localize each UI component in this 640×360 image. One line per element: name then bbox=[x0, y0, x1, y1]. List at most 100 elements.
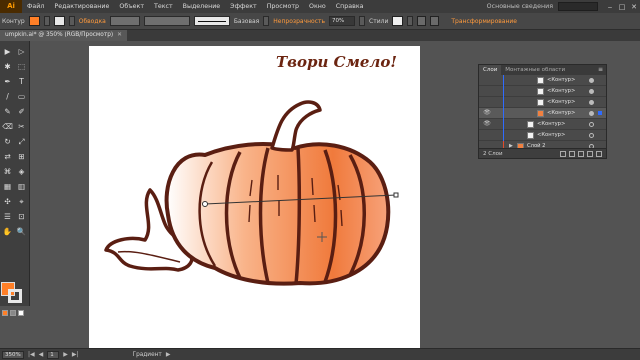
stroke-weight-field[interactable] bbox=[109, 16, 140, 26]
menu-help[interactable]: Справка bbox=[331, 0, 369, 13]
scissors-tool-icon[interactable]: ✂ bbox=[15, 120, 28, 133]
pencil-tool-icon[interactable]: ✐ bbox=[15, 105, 28, 118]
target-icon[interactable] bbox=[589, 133, 594, 138]
align-icon[interactable] bbox=[417, 16, 427, 26]
layer-row-selected[interactable]: 👁 <Контур> bbox=[479, 108, 606, 119]
layer-row[interactable]: <Контур> bbox=[479, 130, 606, 141]
menu-window[interactable]: Окно bbox=[304, 0, 331, 13]
graph-tool-icon[interactable]: ⊡ bbox=[15, 210, 28, 223]
brush-label: Базовая bbox=[233, 17, 260, 25]
status-menu-icon[interactable]: ▶ bbox=[166, 351, 171, 358]
rotate-tool-icon[interactable]: ↻ bbox=[1, 135, 14, 148]
zoom-tool-icon[interactable]: 🔍 bbox=[15, 225, 28, 238]
new-sublayer-icon[interactable] bbox=[578, 151, 584, 157]
hand-tool-icon[interactable]: ✋ bbox=[1, 225, 14, 238]
maximize-button[interactable]: □ bbox=[616, 3, 628, 11]
target-icon[interactable] bbox=[589, 100, 594, 105]
gradient-tool-icon[interactable]: ▥ bbox=[15, 180, 28, 193]
layer-row[interactable]: <Контур> bbox=[479, 75, 606, 86]
layer-color-bar bbox=[503, 75, 504, 86]
layer-row[interactable]: <Контур> bbox=[479, 97, 606, 108]
locate-object-icon[interactable] bbox=[560, 151, 566, 157]
rectangle-tool-icon[interactable]: ▭ bbox=[15, 90, 28, 103]
style-dropdown[interactable] bbox=[407, 16, 414, 26]
selection-tool-icon[interactable]: ▶ bbox=[1, 45, 14, 58]
next-page-icon[interactable]: ▶ bbox=[63, 351, 68, 358]
opacity-field[interactable]: 70% bbox=[329, 16, 356, 26]
none-mode-icon[interactable] bbox=[18, 310, 24, 316]
recolor-icon[interactable] bbox=[430, 16, 440, 26]
artboard[interactable] bbox=[89, 46, 420, 348]
brush-dropdown[interactable] bbox=[263, 16, 270, 26]
direct-selection-tool-icon[interactable]: ▷ bbox=[15, 45, 28, 58]
line-tool-icon[interactable]: / bbox=[1, 90, 14, 103]
clipping-mask-icon[interactable] bbox=[569, 151, 575, 157]
visibility-toggle[interactable] bbox=[482, 98, 492, 107]
zoom-field[interactable]: 350% bbox=[2, 350, 24, 359]
menu-select[interactable]: Выделение bbox=[178, 0, 226, 13]
type-tool-icon[interactable]: T bbox=[15, 75, 28, 88]
first-page-icon[interactable]: |◀ bbox=[28, 351, 35, 358]
opacity-dropdown[interactable] bbox=[359, 16, 366, 26]
tab-layers[interactable]: Слои bbox=[479, 65, 502, 75]
scale-tool-icon[interactable]: ⤢ bbox=[15, 135, 28, 148]
trash-icon[interactable] bbox=[596, 151, 602, 157]
page-field[interactable]: 1 bbox=[47, 350, 60, 359]
magic-wand-tool-icon[interactable]: ✱ bbox=[1, 60, 14, 73]
workspace-switcher[interactable]: Основные сведения bbox=[482, 3, 558, 10]
gradient-mode-icon[interactable] bbox=[10, 310, 16, 316]
visibility-toggle[interactable] bbox=[482, 87, 492, 96]
color-mode-icon[interactable] bbox=[2, 310, 8, 316]
paintbrush-tool-icon[interactable]: ✎ bbox=[1, 105, 14, 118]
fill-swatch[interactable] bbox=[28, 16, 40, 26]
stroke-label[interactable]: Обводка bbox=[79, 18, 106, 25]
minimize-button[interactable]: ‒ bbox=[604, 3, 616, 11]
close-window-button[interactable]: ✕ bbox=[628, 3, 640, 11]
target-icon[interactable] bbox=[589, 111, 594, 116]
stroke-dropdown[interactable] bbox=[68, 16, 75, 26]
free-transform-tool-icon[interactable]: ⊞ bbox=[15, 150, 28, 163]
selection-indicator[interactable] bbox=[598, 111, 602, 115]
menu-view[interactable]: Просмотр bbox=[262, 0, 304, 13]
opacity-label[interactable]: Непрозрачность bbox=[273, 18, 325, 25]
stroke-color-box[interactable] bbox=[8, 289, 22, 303]
symbol-sprayer-tool-icon[interactable]: ☰ bbox=[1, 210, 14, 223]
document-tab[interactable]: umpkin.ai* @ 350% (RGB/Просмотр) ✕ bbox=[0, 30, 128, 41]
close-tab-icon[interactable]: ✕ bbox=[117, 32, 122, 38]
panel-menu-icon[interactable]: ≡ bbox=[598, 65, 603, 75]
layer-row[interactable]: <Контур> bbox=[479, 86, 606, 97]
style-swatch[interactable] bbox=[392, 16, 404, 26]
transform-label[interactable]: Трансформирование bbox=[451, 18, 517, 25]
visibility-toggle[interactable] bbox=[482, 76, 492, 85]
new-layer-icon[interactable] bbox=[587, 151, 593, 157]
eye-icon[interactable]: 👁 bbox=[482, 109, 492, 118]
blend-tool-icon[interactable]: ⌖ bbox=[15, 195, 28, 208]
mesh-tool-icon[interactable]: ▦ bbox=[1, 180, 14, 193]
prev-page-icon[interactable]: ◀ bbox=[39, 351, 44, 358]
target-icon[interactable] bbox=[589, 78, 594, 83]
eyedropper-tool-icon[interactable]: ✣ bbox=[1, 195, 14, 208]
last-page-icon[interactable]: ▶| bbox=[72, 351, 79, 358]
menu-file[interactable]: Файл bbox=[22, 0, 49, 13]
menu-type[interactable]: Текст bbox=[149, 0, 178, 13]
menu-edit[interactable]: Редактирование bbox=[49, 0, 114, 13]
lasso-tool-icon[interactable]: ⬚ bbox=[15, 60, 28, 73]
pen-tool-icon[interactable]: ✒ bbox=[1, 75, 14, 88]
layer-thumbnail bbox=[537, 110, 544, 117]
layer-row[interactable]: 👁 <Контур> bbox=[479, 119, 606, 130]
width-tool-icon[interactable]: ⇄ bbox=[1, 150, 14, 163]
eye-icon[interactable]: 👁 bbox=[482, 120, 492, 129]
fill-dropdown[interactable] bbox=[43, 16, 50, 26]
stroke-swatch[interactable] bbox=[53, 16, 65, 26]
target-icon[interactable] bbox=[589, 89, 594, 94]
target-icon[interactable] bbox=[589, 122, 594, 127]
search-input[interactable] bbox=[558, 2, 598, 11]
visibility-toggle[interactable] bbox=[482, 131, 492, 140]
menu-object[interactable]: Объект bbox=[114, 0, 149, 13]
eraser-tool-icon[interactable]: ⌫ bbox=[1, 120, 14, 133]
tab-artboards[interactable]: Монтажные области bbox=[501, 65, 569, 75]
perspective-tool-icon[interactable]: ◈ bbox=[15, 165, 28, 178]
shape-builder-tool-icon[interactable]: ⌘ bbox=[1, 165, 14, 178]
variable-width-field[interactable] bbox=[143, 16, 190, 26]
menu-effect[interactable]: Эффект bbox=[225, 0, 262, 13]
